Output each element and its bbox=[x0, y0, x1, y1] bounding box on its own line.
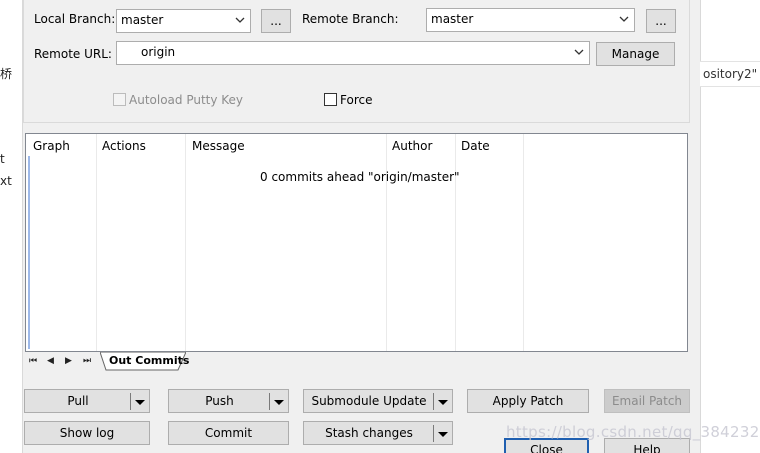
background-window-left: 桥 t xt bbox=[0, 0, 23, 453]
local-branch-label: Local Branch: bbox=[34, 12, 116, 26]
remote-branch-browse-button[interactable]: ... bbox=[646, 9, 676, 33]
stash-changes-button[interactable]: Stash changes bbox=[303, 421, 453, 445]
email-patch-button[interactable]: Email Patch bbox=[604, 389, 690, 413]
stash-changes-label: Stash changes bbox=[325, 426, 413, 440]
local-branch-value: master bbox=[121, 13, 164, 27]
force-checkbox[interactable] bbox=[324, 93, 337, 106]
tab-out-commits[interactable]: Out Commits bbox=[109, 354, 189, 367]
column-separator bbox=[386, 134, 387, 351]
pull-button-label: Pull bbox=[67, 394, 89, 408]
show-log-button[interactable]: Show log bbox=[24, 421, 150, 445]
chevron-down-icon bbox=[574, 49, 584, 55]
autoload-putty-key-label: Autoload Putty Key bbox=[129, 93, 244, 107]
manage-button[interactable]: Manage bbox=[596, 42, 675, 66]
local-branch-browse-button[interactable]: ... bbox=[261, 9, 291, 33]
column-header-message[interactable]: Message bbox=[185, 134, 245, 156]
background-window-band: ository2" bbox=[700, 61, 760, 87]
column-separator bbox=[523, 134, 524, 351]
watermark: https://blog.csdn.net/qq_38423256 bbox=[506, 423, 760, 441]
submodule-update-button[interactable]: Submodule Update bbox=[303, 389, 453, 413]
remote-url-value: origin bbox=[141, 45, 176, 59]
chevron-down-icon bbox=[235, 17, 245, 23]
remote-branch-combo[interactable]: master bbox=[426, 8, 635, 32]
out-commits-list[interactable]: Graph Actions Message Author Date 0 comm… bbox=[25, 133, 688, 352]
remote-url-combo[interactable]: origin bbox=[116, 41, 590, 65]
remote-url-label: Remote URL: bbox=[34, 47, 112, 61]
commit-button[interactable]: Commit bbox=[168, 421, 289, 445]
column-header-date[interactable]: Date bbox=[454, 134, 490, 156]
remote-branch-label: Remote Branch: bbox=[302, 12, 399, 26]
dropdown-arrow-icon bbox=[438, 432, 448, 437]
submodule-update-label: Submodule Update bbox=[311, 394, 427, 408]
dropdown-arrow-icon bbox=[274, 400, 284, 405]
column-header-author[interactable]: Author bbox=[385, 134, 432, 156]
dropdown-arrow-icon bbox=[135, 400, 145, 405]
last-tab-icon[interactable]: ⏭ bbox=[83, 356, 91, 366]
remote-branch-value: master bbox=[431, 12, 474, 26]
local-branch-combo[interactable]: master bbox=[116, 9, 251, 33]
column-separator bbox=[96, 134, 97, 351]
background-glyph: xt bbox=[0, 174, 12, 188]
dropdown-arrow-icon bbox=[438, 400, 448, 405]
column-separator bbox=[455, 134, 456, 351]
next-tab-icon[interactable]: ▶ bbox=[65, 356, 72, 366]
force-label: Force bbox=[340, 93, 373, 107]
column-header-actions[interactable]: Actions bbox=[95, 134, 146, 156]
apply-patch-button[interactable]: Apply Patch bbox=[467, 389, 589, 413]
commits-ahead-message: 0 commits ahead "origin/master" bbox=[260, 170, 460, 184]
column-header-graph[interactable]: Graph bbox=[26, 134, 70, 156]
tab-strip: ⏮ ◀ ▶ ⏭ Out Commits bbox=[23, 352, 690, 372]
pull-button[interactable]: Pull bbox=[24, 389, 150, 413]
background-glyph: 桥 bbox=[0, 67, 13, 81]
push-button-label: Push bbox=[205, 394, 234, 408]
first-tab-icon[interactable]: ⏮ bbox=[29, 356, 37, 366]
push-button[interactable]: Push bbox=[168, 389, 289, 413]
background-text: ository2" bbox=[703, 67, 758, 81]
column-separator bbox=[185, 134, 186, 351]
autoload-putty-key-checkbox[interactable] bbox=[113, 93, 126, 106]
prev-tab-icon[interactable]: ◀ bbox=[47, 356, 54, 366]
chevron-down-icon bbox=[619, 16, 629, 22]
graph-line bbox=[28, 156, 30, 349]
background-glyph: t bbox=[0, 152, 5, 166]
